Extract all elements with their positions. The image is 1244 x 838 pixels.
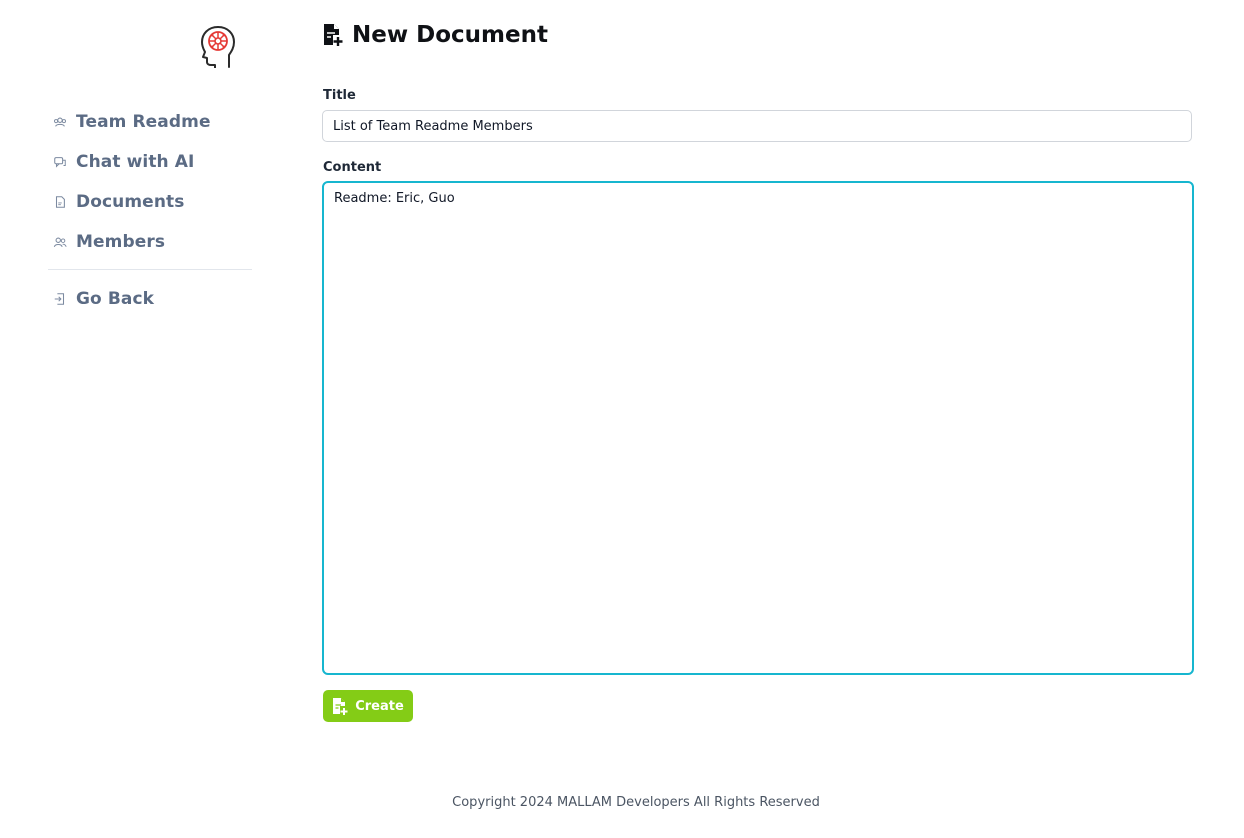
chat-icon bbox=[52, 154, 68, 170]
sidebar-item-label: Chat with AI bbox=[76, 152, 195, 172]
copyright-text: Copyright 2024 MALLAM Developers All Rig… bbox=[452, 795, 820, 810]
sidebar: Team Readme Chat with AI Documents Membe… bbox=[48, 0, 252, 838]
sidebar-divider bbox=[48, 269, 252, 270]
ai-head-circuit-icon[interactable] bbox=[198, 24, 238, 69]
page-heading: New Document bbox=[322, 22, 548, 48]
file-plus-icon bbox=[332, 697, 348, 715]
file-plus-icon bbox=[322, 23, 344, 47]
exit-icon bbox=[52, 291, 68, 307]
content-textarea[interactable]: Readme: Eric, Guo bbox=[322, 181, 1194, 675]
title-label: Title bbox=[323, 88, 356, 103]
sidebar-item-label: Team Readme bbox=[76, 112, 211, 132]
sidebar-item-members[interactable]: Members bbox=[48, 228, 252, 256]
back-nav: Go Back bbox=[48, 285, 252, 325]
page: Team Readme Chat with AI Documents Membe… bbox=[0, 0, 1244, 838]
sidebar-item-documents[interactable]: Documents bbox=[48, 188, 252, 216]
sidebar-item-go-back[interactable]: Go Back bbox=[48, 285, 252, 313]
members-icon bbox=[52, 234, 68, 250]
team-icon bbox=[52, 114, 68, 130]
footer: Copyright 2024 MALLAM Developers All Rig… bbox=[0, 795, 1244, 810]
sidebar-item-label: Go Back bbox=[76, 289, 155, 309]
page-title: New Document bbox=[352, 22, 548, 48]
document-icon bbox=[52, 194, 68, 210]
sidebar-item-chat-with-ai[interactable]: Chat with AI bbox=[48, 148, 252, 176]
title-input[interactable] bbox=[322, 110, 1192, 142]
sidebar-item-team-readme[interactable]: Team Readme bbox=[48, 108, 252, 136]
content-label: Content bbox=[323, 160, 382, 175]
create-button-label: Create bbox=[355, 698, 404, 714]
create-button[interactable]: Create bbox=[323, 690, 413, 722]
sidebar-nav: Team Readme Chat with AI Documents Membe… bbox=[48, 108, 252, 268]
sidebar-item-label: Members bbox=[76, 232, 166, 252]
sidebar-item-label: Documents bbox=[76, 192, 185, 212]
